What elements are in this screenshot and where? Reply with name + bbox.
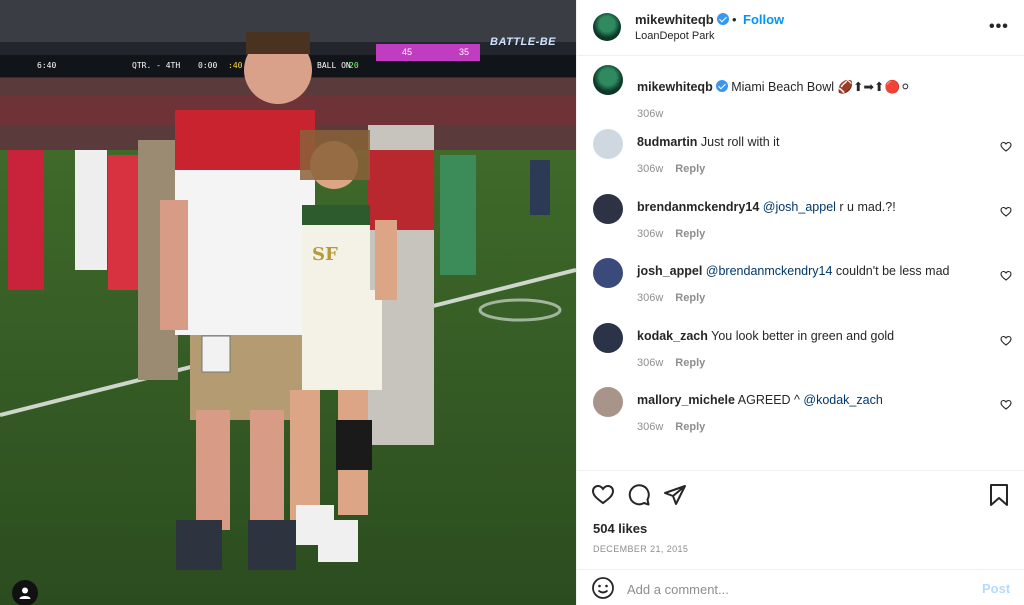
comment-item: kodak_zach You look better in green and … <box>577 315 1024 375</box>
reply-button[interactable]: Reply <box>675 163 705 175</box>
commenter-username[interactable]: kodak_zach <box>637 329 708 343</box>
caption-time: 306w <box>637 108 664 120</box>
comment-text: 8udmartin Just roll with it <box>637 134 977 150</box>
author-avatar[interactable] <box>593 13 621 41</box>
post-photo[interactable]: BATTLE-BE 45 35 6:40 QTR. - 4TH 0:00 :40… <box>0 0 576 605</box>
comments-list[interactable]: mikewhiteqb Miami Beach Bowl 🏈⬆➡⬆🔴⚪ 306w… <box>577 57 1024 469</box>
scoreboard-quarter: QTR. - 4TH <box>132 61 181 70</box>
photo-scene <box>0 0 576 605</box>
reply-button[interactable]: Reply <box>675 292 705 304</box>
scoreboard-play-clock: :40 <box>228 61 243 70</box>
instagram-post: BATTLE-BE 45 35 6:40 QTR. - 4TH 0:00 :40… <box>0 0 1024 605</box>
comment-like-heart-icon[interactable] <box>1000 335 1012 347</box>
commenter-username[interactable]: josh_appel <box>637 264 702 278</box>
reply-button[interactable]: Reply <box>675 421 705 433</box>
verified-badge-icon <box>716 13 729 25</box>
share-direct-icon[interactable] <box>663 483 687 507</box>
scoreboard-time: 6:40 <box>37 61 57 70</box>
comment-text: kodak_zach You look better in green and … <box>637 328 977 344</box>
comment-mention[interactable]: @josh_appel <box>763 200 836 214</box>
jersey-text: SF <box>312 244 338 265</box>
comment-meta: 306w Reply <box>637 292 705 304</box>
tagged-users-button[interactable] <box>12 580 38 605</box>
save-bookmark-icon[interactable] <box>987 483 1011 507</box>
comment-body: AGREED ^ <box>737 393 804 407</box>
comment-time: 306w <box>637 163 664 175</box>
post-actions: 504 likes DECEMBER 21, 2015 <box>577 470 1024 568</box>
commenter-username[interactable]: mallory_michele <box>637 393 735 407</box>
caption-body: Miami Beach Bowl <box>731 80 835 94</box>
comment-body: Just roll with it <box>700 135 780 149</box>
comment-time: 306w <box>637 292 664 304</box>
comment-item: brendanmckendry14 @josh_appel r u mad.?!… <box>577 186 1024 246</box>
author-username-text[interactable]: mikewhiteqb <box>635 12 714 27</box>
commenter-avatar[interactable] <box>593 387 623 417</box>
comment-meta: 306w Reply <box>637 421 705 433</box>
comment-meta: 306w Reply <box>637 357 705 369</box>
comment-body-after: r u mad.?! <box>835 199 896 214</box>
reply-button[interactable]: Reply <box>675 357 705 369</box>
like-heart-icon[interactable] <box>591 483 615 507</box>
emoji-icon[interactable] <box>591 576 615 600</box>
commenter-avatar[interactable] <box>593 258 623 288</box>
likes-count[interactable]: 504 likes <box>593 521 647 536</box>
comment-item: mallory_michele AGREED ^ @kodak_zach 306… <box>577 379 1024 439</box>
comment-time: 306w <box>637 421 664 433</box>
reply-button[interactable]: Reply <box>675 228 705 240</box>
verified-badge-icon <box>715 80 728 92</box>
scoreboard-ball-on-value: 20 <box>349 61 359 70</box>
user-icon <box>19 587 31 599</box>
caption-avatar[interactable] <box>593 65 623 95</box>
comment-text: mallory_michele AGREED ^ @kodak_zach <box>637 392 977 408</box>
commenter-avatar[interactable] <box>593 322 623 353</box>
comment-mention[interactable]: @brendanmckendry14 <box>706 264 833 278</box>
comment-like-heart-icon[interactable] <box>1000 141 1012 153</box>
more-options-button[interactable]: ••• <box>989 18 1009 36</box>
scoreboard-clock: 0:00 <box>198 61 218 70</box>
scoreboard-ball-on-label: BALL ON <box>317 61 351 70</box>
stadium-banner: BATTLE-BE <box>490 36 557 48</box>
author-username[interactable]: mikewhiteqb <box>635 12 729 27</box>
comment-body: You look better in green and gold <box>711 328 895 343</box>
add-comment-bar: Post <box>577 569 1024 605</box>
comment-body-after: couldn't be less mad <box>832 264 950 278</box>
comment-time: 306w <box>637 356 664 369</box>
caption-username[interactable]: mikewhiteqb <box>637 80 713 94</box>
commenter-username[interactable]: 8udmartin <box>637 135 697 149</box>
caption-meta: 306w <box>637 108 663 120</box>
comment-like-heart-icon[interactable] <box>1000 270 1012 282</box>
caption-text: mikewhiteqb Miami Beach Bowl 🏈⬆➡⬆🔴⚪ <box>637 79 977 95</box>
comment-text: brendanmckendry14 @josh_appel r u mad.?! <box>637 199 977 215</box>
scoreboard: 6:40 QTR. - 4TH 0:00 :40 BALL ON 20 <box>0 55 576 77</box>
comment-like-heart-icon[interactable] <box>1000 206 1012 218</box>
caption: mikewhiteqb Miami Beach Bowl 🏈⬆➡⬆🔴⚪ 306w <box>577 57 1024 120</box>
post-comment-button[interactable]: Post <box>982 581 1010 596</box>
comment-text: josh_appel @brendanmckendry14 couldn't b… <box>637 263 977 279</box>
comment-item: josh_appel @brendanmckendry14 couldn't b… <box>577 250 1024 310</box>
comment-item: 8udmartin Just roll with it 306w Reply <box>577 121 1024 181</box>
header-separator: • <box>732 12 737 27</box>
comment-meta: 306w Reply <box>637 163 705 175</box>
follow-button[interactable]: Follow <box>743 12 784 27</box>
caption-emojis: 🏈⬆➡⬆🔴⚪ <box>837 80 911 94</box>
comment-like-heart-icon[interactable] <box>1000 399 1012 411</box>
post-date: DECEMBER 21, 2015 <box>593 544 689 554</box>
comment-mention[interactable]: @kodak_zach <box>803 393 882 407</box>
commenter-username[interactable]: brendanmckendry14 <box>637 200 759 214</box>
post-header: mikewhiteqb • Follow LoanDepot Park ••• <box>577 0 1024 56</box>
comment-time: 306w <box>637 227 664 240</box>
comment-input[interactable] <box>627 579 967 599</box>
post-side-panel: mikewhiteqb • Follow LoanDepot Park ••• … <box>576 0 1024 605</box>
comment-meta: 306w Reply <box>637 228 705 240</box>
comment-icon[interactable] <box>627 483 651 507</box>
post-location[interactable]: LoanDepot Park <box>635 30 715 42</box>
commenter-avatar[interactable] <box>593 193 623 224</box>
commenter-avatar[interactable] <box>593 129 623 159</box>
